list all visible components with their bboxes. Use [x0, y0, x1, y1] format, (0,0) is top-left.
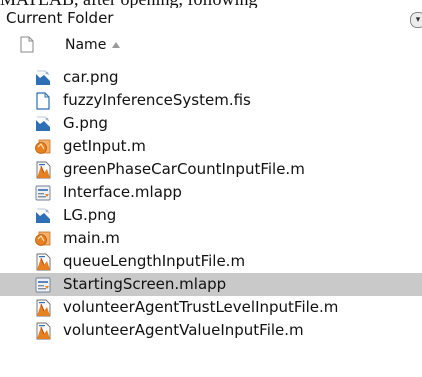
file-row[interactable]: queueLengthInputFile.m: [0, 250, 422, 273]
document-text-line: MATLAB, after opening, following: [0, 0, 257, 8]
matlab-function-icon: [34, 138, 52, 156]
file-name: G.png: [63, 114, 108, 132]
panel-actions-button[interactable]: ▾: [410, 12, 422, 28]
file-name: volunteerAgentValueInputFile.m: [63, 321, 304, 339]
file-type-column-icon: [20, 36, 34, 53]
file-row[interactable]: volunteerAgentValueInputFile.m: [0, 319, 422, 342]
file-row[interactable]: StartingScreen.mlapp: [0, 273, 422, 296]
file-row[interactable]: greenPhaseCarCountInputFile.m: [0, 158, 422, 181]
file-name: car.png: [63, 68, 119, 86]
file-row[interactable]: Interface.mlapp: [0, 181, 422, 204]
png-image-icon: [34, 207, 52, 225]
file-name: volunteerAgentTrustLevelInputFile.m: [63, 298, 339, 316]
file-row[interactable]: G.png: [0, 112, 422, 135]
file-name: main.m: [63, 229, 120, 247]
file-name: getInput.m: [63, 137, 146, 155]
file-row[interactable]: fuzzyInferenceSystem.fis: [0, 89, 422, 112]
file-name: LG.png: [63, 206, 117, 224]
sort-ascending-icon[interactable]: [112, 42, 120, 48]
name-column-header[interactable]: Name: [65, 37, 106, 53]
column-header-bar: Name: [0, 30, 422, 60]
current-folder-header: Current Folder ▾: [0, 8, 422, 30]
matlab-script-icon: [34, 299, 52, 317]
png-image-icon: [34, 69, 52, 87]
matlab-function-icon: [34, 230, 52, 248]
blank-file-icon: [34, 92, 52, 110]
mlapp-icon: [34, 276, 52, 294]
file-name: greenPhaseCarCountInputFile.m: [63, 160, 305, 178]
png-image-icon: [34, 115, 52, 133]
file-name: StartingScreen.mlapp: [63, 275, 227, 293]
document-text-fragment: MATLAB, after opening, following: [0, 0, 422, 8]
file-row[interactable]: LG.png: [0, 204, 422, 227]
matlab-script-icon: [34, 322, 52, 340]
file-row[interactable]: volunteerAgentTrustLevelInputFile.m: [0, 296, 422, 319]
file-name: fuzzyInferenceSystem.fis: [63, 91, 251, 109]
file-row[interactable]: main.m: [0, 227, 422, 250]
file-name: queueLengthInputFile.m: [63, 252, 246, 270]
panel-title: Current Folder: [6, 9, 114, 27]
file-row[interactable]: car.png: [0, 66, 422, 89]
matlab-script-icon: [34, 253, 52, 271]
mlapp-icon: [34, 184, 52, 202]
file-row[interactable]: getInput.m: [0, 135, 422, 158]
file-name: Interface.mlapp: [63, 183, 182, 201]
matlab-script-icon: [34, 161, 52, 179]
